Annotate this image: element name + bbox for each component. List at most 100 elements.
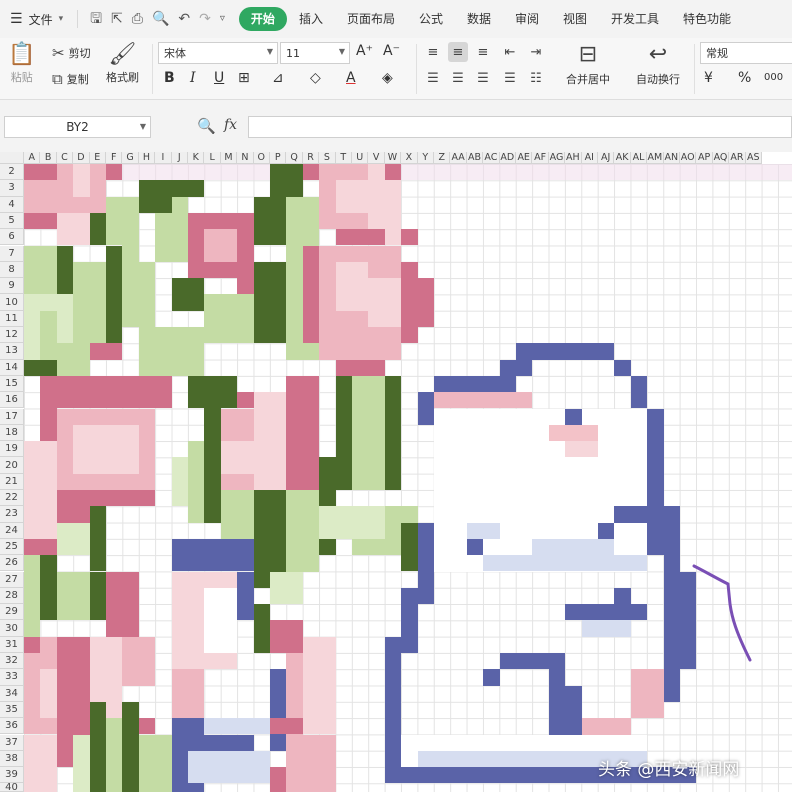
column-header[interactable]: N [237, 152, 254, 164]
column-header[interactable]: AI [581, 152, 598, 164]
column-header[interactable]: P [270, 152, 287, 164]
column-header[interactable]: I [155, 152, 172, 164]
row-header[interactable]: 11 [0, 310, 24, 327]
column-header[interactable]: AP [696, 152, 713, 164]
column-header[interactable]: K [188, 152, 205, 164]
column-header[interactable]: L [204, 152, 221, 164]
decrease-font-icon[interactable]: A⁻ [383, 43, 400, 59]
wrap-text-button[interactable]: ↩ 自动换行 [636, 42, 680, 87]
clear-format-icon[interactable]: ◈ [382, 70, 393, 86]
row-header[interactable]: 8 [0, 261, 24, 279]
decrease-indent-icon[interactable]: ⇤ [500, 42, 520, 62]
row-header[interactable]: 7 [0, 245, 24, 262]
fx-icon[interactable]: fx [224, 117, 237, 133]
customize-chevron-icon[interactable]: ▿ [220, 12, 225, 26]
paste-button[interactable]: 📋 粘贴 [8, 42, 35, 85]
column-header[interactable]: W [384, 152, 402, 164]
align-left-icon[interactable]: ☰ [423, 68, 443, 88]
tab-special-features[interactable]: 特色功能 [671, 7, 743, 31]
row-header[interactable]: 17 [0, 408, 24, 425]
column-header[interactable]: F [106, 152, 123, 164]
tab-page-layout[interactable]: 页面布局 [335, 7, 407, 31]
thousands-separator-icon[interactable]: 000 [764, 72, 783, 83]
distributed-icon[interactable]: ☷ [526, 68, 546, 88]
column-header[interactable]: G [122, 152, 139, 164]
borders-icon[interactable]: ⊞ [238, 70, 250, 86]
currency-icon[interactable]: ¥ [704, 70, 713, 86]
print-preview-icon[interactable]: 🔍 [152, 12, 169, 26]
print-icon[interactable]: ⎙ [132, 12, 143, 26]
column-header[interactable]: D [73, 152, 90, 164]
align-center-icon[interactable]: ☰ [448, 68, 468, 88]
row-header[interactable]: 20 [0, 457, 24, 474]
row-header[interactable]: 3 [0, 180, 24, 197]
name-box[interactable]: BY2 ▼ [4, 116, 151, 138]
column-header[interactable]: Z [434, 152, 451, 164]
column-header[interactable]: AK [614, 152, 631, 164]
column-header[interactable]: AG [548, 152, 566, 164]
column-header[interactable]: AH [565, 152, 582, 164]
column-header[interactable]: A [24, 152, 41, 164]
row-header[interactable]: 15 [0, 375, 24, 393]
column-header[interactable]: AD [499, 152, 516, 164]
column-header[interactable]: E [89, 152, 106, 164]
row-header[interactable]: 37 [0, 734, 24, 751]
column-header[interactable]: AC [483, 152, 500, 164]
row-header[interactable]: 40 [0, 782, 24, 792]
tab-review[interactable]: 审阅 [503, 7, 551, 31]
column-header[interactable]: C [56, 152, 74, 164]
align-right-icon[interactable]: ☰ [473, 68, 493, 88]
column-header[interactable]: AO [680, 152, 697, 164]
row-header[interactable]: 16 [0, 392, 24, 409]
row-header[interactable]: 21 [0, 473, 24, 490]
column-header[interactable]: AQ [712, 152, 730, 164]
row-header[interactable]: 19 [0, 441, 24, 458]
font-name-select[interactable]: 宋体 ▼ [158, 42, 278, 64]
row-header[interactable]: 28 [0, 587, 24, 605]
fill-color-icon[interactable]: ◇ [310, 70, 321, 86]
font-size-select[interactable]: 11 ▼ [280, 42, 350, 64]
tab-home[interactable]: 开始 [238, 7, 287, 31]
row-header[interactable]: 30 [0, 620, 24, 637]
row-header[interactable]: 35 [0, 701, 24, 719]
bold-icon[interactable]: B [164, 70, 175, 86]
column-header[interactable]: AA [450, 152, 467, 164]
cut-button[interactable]: ✂ 剪切 [52, 44, 91, 62]
row-header[interactable]: 33 [0, 669, 24, 686]
column-header[interactable]: T [335, 152, 352, 164]
format-painter-button[interactable]: 🖌 格式刷 [106, 42, 139, 85]
tab-developer[interactable]: 开发工具 [599, 7, 671, 31]
column-header[interactable]: Q [286, 152, 303, 164]
redo-icon[interactable]: ↷ [199, 12, 211, 26]
increase-font-icon[interactable]: A⁺ [356, 43, 373, 59]
row-header[interactable]: 12 [0, 327, 24, 344]
tab-view[interactable]: 视图 [551, 7, 599, 31]
italic-icon[interactable]: I [190, 70, 196, 86]
undo-icon[interactable]: ↶ [178, 12, 190, 26]
column-header[interactable]: R [302, 152, 320, 164]
percent-icon[interactable]: % [738, 70, 751, 86]
column-header[interactable]: S [319, 152, 336, 164]
column-header[interactable]: AS [745, 152, 762, 164]
column-header[interactable]: AL [630, 152, 648, 164]
tab-insert[interactable]: 插入 [287, 7, 335, 31]
row-header[interactable]: 36 [0, 718, 24, 735]
row-header[interactable]: 26 [0, 555, 24, 572]
row-header[interactable]: 18 [0, 424, 24, 442]
underline-icon[interactable]: U [214, 70, 224, 86]
row-header[interactable]: 23 [0, 506, 24, 523]
column-header[interactable]: M [220, 152, 238, 164]
row-header[interactable]: 4 [0, 196, 24, 213]
row-header[interactable]: 32 [0, 653, 24, 670]
export-icon[interactable]: ⇱ [111, 12, 123, 26]
column-header[interactable]: AM [647, 152, 664, 164]
row-header[interactable]: 29 [0, 604, 24, 621]
row-header[interactable]: 9 [0, 278, 24, 295]
row-header[interactable]: 25 [0, 538, 24, 556]
column-header[interactable]: O [253, 152, 270, 164]
column-header[interactable]: J [171, 152, 188, 164]
file-menu[interactable]: ☰ 文件 ▾ [0, 0, 73, 38]
align-bottom-icon[interactable]: ≡ [473, 42, 493, 62]
align-middle-icon[interactable]: ≡ [448, 42, 468, 62]
row-header[interactable]: 31 [0, 636, 24, 653]
